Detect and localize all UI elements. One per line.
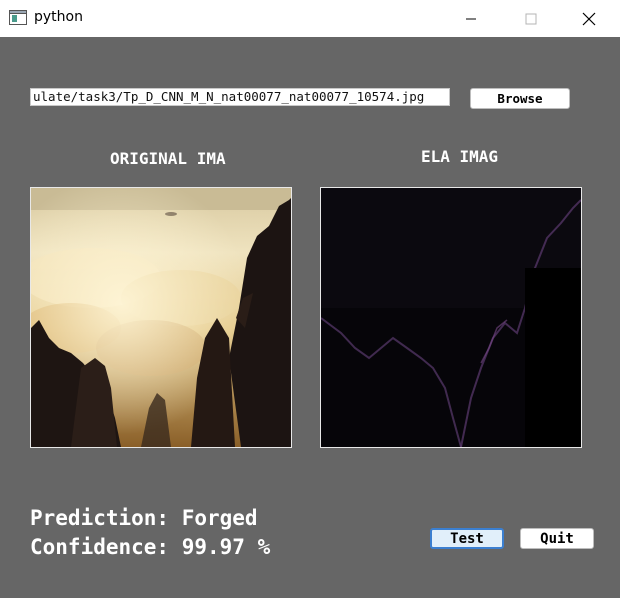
file-path-field[interactable]: ulate/task3/Tp_D_CNN_M_N_nat00077_nat000… xyxy=(30,88,450,106)
browse-button[interactable]: Browse xyxy=(470,88,570,109)
prediction-text: Prediction: Forged xyxy=(30,506,258,530)
quit-button[interactable]: Quit xyxy=(520,528,594,549)
maximize-button[interactable] xyxy=(508,0,554,37)
close-icon xyxy=(582,12,596,25)
original-image xyxy=(30,187,292,448)
ela-image xyxy=(320,187,582,448)
original-image-label: ORIGINAL IMA xyxy=(110,149,226,168)
minimize-button[interactable] xyxy=(448,0,494,37)
ela-image-label: ELA IMAG xyxy=(421,147,499,166)
confidence-text: Confidence: 99.97 % xyxy=(30,535,271,559)
close-button[interactable] xyxy=(566,0,612,37)
python-window-icon xyxy=(9,10,27,25)
test-button[interactable]: Test xyxy=(430,528,504,549)
minimize-icon xyxy=(466,18,476,19)
title-bar[interactable]: python xyxy=(0,0,620,37)
window-title: python xyxy=(34,9,83,25)
maximize-icon xyxy=(525,13,537,24)
app-window: python ulate/task3/Tp_D_CNN_M_N_nat00077… xyxy=(0,0,620,598)
main-panel: ulate/task3/Tp_D_CNN_M_N_nat00077_nat000… xyxy=(0,37,620,598)
